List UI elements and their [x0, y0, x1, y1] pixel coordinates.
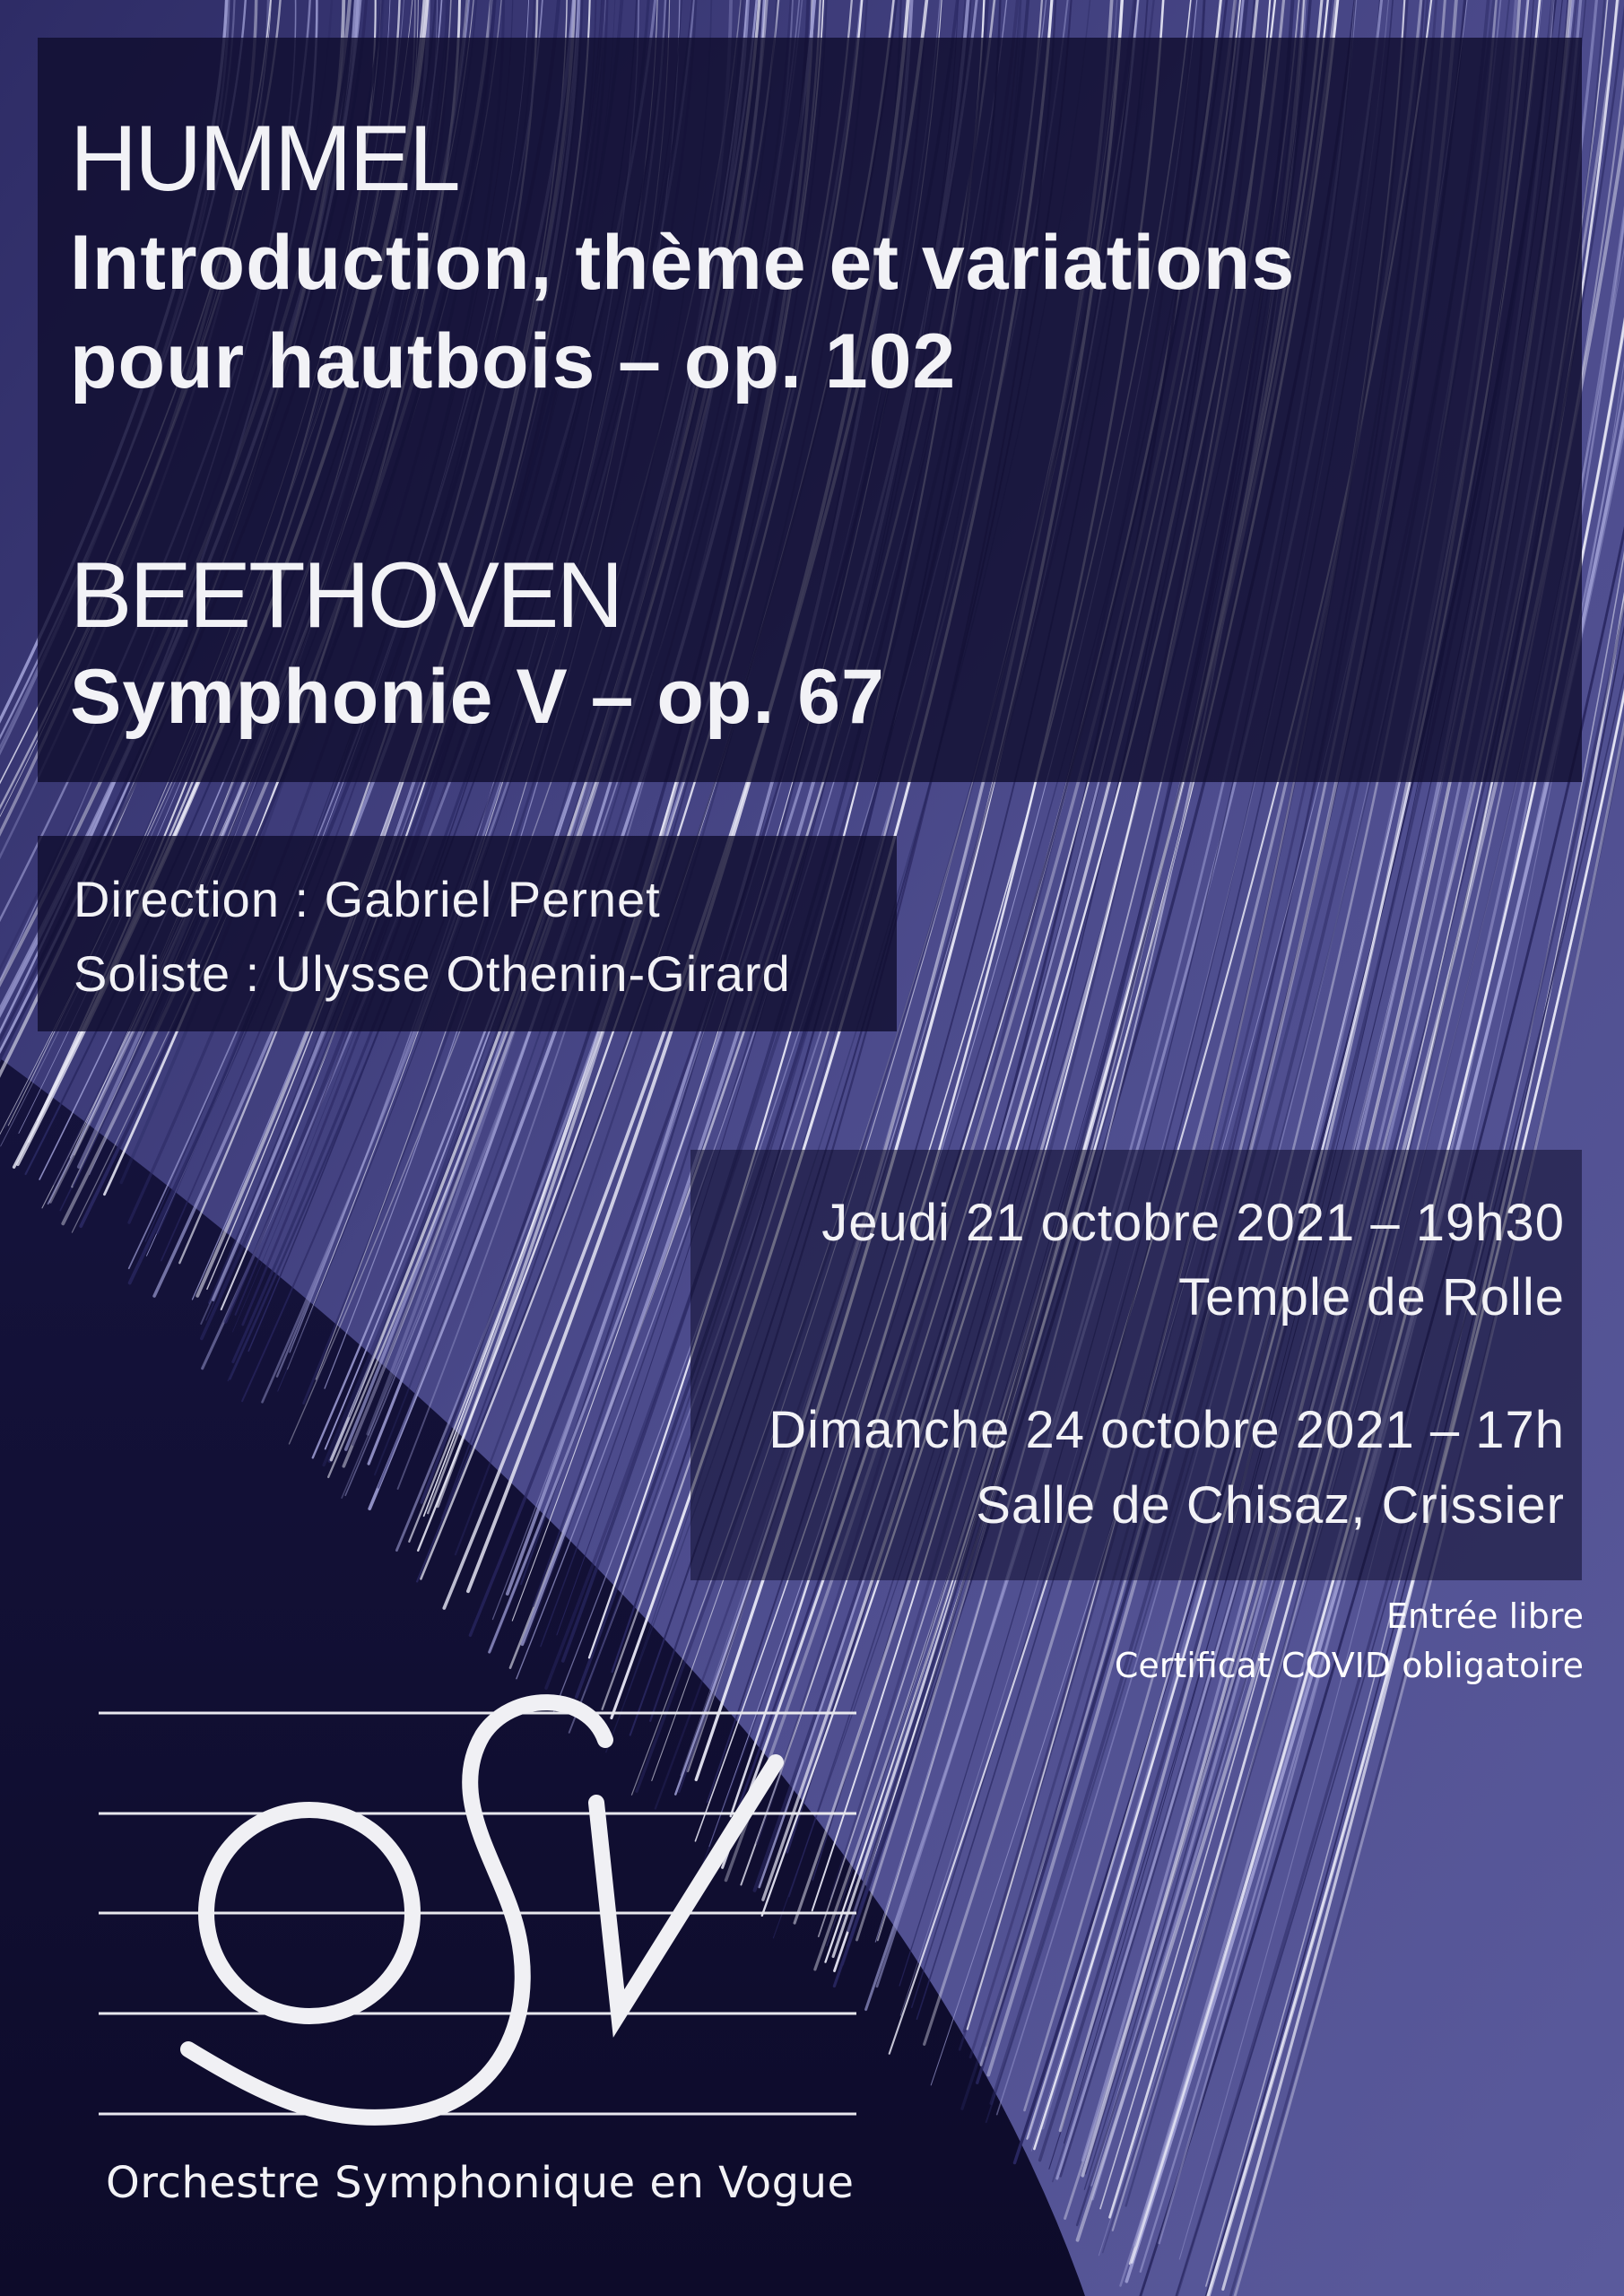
- conductor-credit: Direction : Gabriel Pernet: [74, 871, 661, 927]
- composer-beethoven: BEETHOVEN: [70, 544, 623, 648]
- concert-date-1: Jeudi 21 octobre 2021 – 19h30: [821, 1194, 1565, 1252]
- soloist-credit: Soliste : Ulysse Othenin-Girard: [74, 945, 791, 1002]
- composer-hummel: HUMMEL: [70, 107, 461, 211]
- concert-date-2: Dimanche 24 octobre 2021 – 17h: [769, 1401, 1565, 1459]
- concert-poster: HUMMEL Introduction, thème et variations…: [0, 0, 1624, 2296]
- covid-certificate-note: Certificat COVID obligatoire: [1114, 1646, 1584, 1685]
- osv-letterforms: [180, 1694, 784, 2126]
- free-entry-note: Entrée libre: [1385, 1596, 1584, 1636]
- osv-logo: [99, 1694, 856, 2126]
- work-hummel-text: Introduction, thème et variations pour h…: [70, 220, 1296, 404]
- concert-venue-2: Salle de Chisaz, Crissier: [976, 1476, 1565, 1535]
- credits-panel: [38, 836, 897, 1031]
- orchestra-name: Orchestre Symphonique en Vogue: [106, 2158, 855, 2208]
- letter-s-mark: [180, 1694, 613, 2126]
- work-beethoven: Symphonie V – op. 67: [70, 654, 885, 740]
- letter-v-mark: [588, 1754, 784, 2038]
- work-hummel: Introduction, thème et variations pour h…: [70, 213, 1295, 411]
- concert-venue-1: Temple de Rolle: [1178, 1268, 1565, 1326]
